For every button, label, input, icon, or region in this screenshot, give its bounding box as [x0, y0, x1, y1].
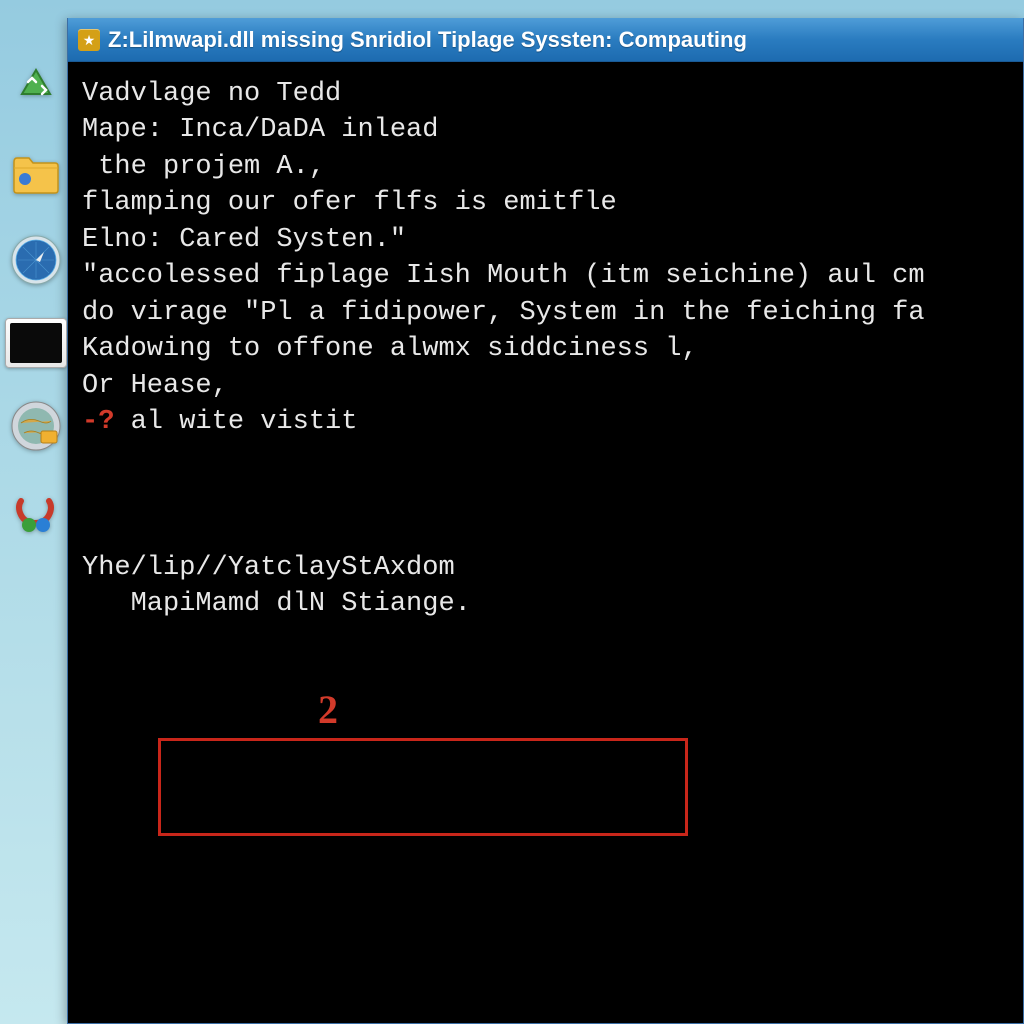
terminal-prompt-line: -? al wite vistit	[82, 404, 1023, 440]
safari-icon[interactable]	[8, 232, 64, 288]
app-star-icon	[78, 29, 100, 51]
terminal-line: flamping our ofer flfs is emitfle	[82, 185, 1023, 221]
highlight-line: MapiMamd dlN Stiange.	[82, 586, 1023, 622]
terminal-body[interactable]: Vadvlage no TeddMape: Inca/DaDA inlead t…	[68, 62, 1023, 1023]
desktop-icons-column	[0, 60, 72, 540]
tool-icon[interactable]	[8, 484, 64, 540]
recycle-icon[interactable]	[8, 60, 64, 116]
terminal-window: Z:Lilmwapi.dll missing Snridiol Tiplage …	[67, 18, 1024, 1024]
terminal-line: Kadowing to offone alwmx siddciness l,	[82, 331, 1023, 367]
terminal-line: "accolessed fiplage Iish Mouth (itm seic…	[82, 258, 1023, 294]
terminal-line: do virage "Pl a fidipower, System in the…	[82, 295, 1023, 331]
terminal-line: Vadvlage no Tedd	[82, 76, 1023, 112]
terminal-line: Elno: Cared Systen."	[82, 222, 1023, 258]
folder-icon[interactable]	[8, 146, 64, 202]
prompt-marker: -?	[82, 407, 114, 437]
highlight-line: Yhe/lip//YatclayStAxdom	[82, 550, 1023, 586]
monitor-icon[interactable]	[5, 318, 67, 368]
settings-globe-icon[interactable]	[8, 398, 64, 454]
terminal-line: Or Hease,	[82, 368, 1023, 404]
window-titlebar[interactable]: Z:Lilmwapi.dll missing Snridiol Tiplage …	[68, 18, 1023, 62]
window-title: Z:Lilmwapi.dll missing Snridiol Tiplage …	[108, 27, 747, 53]
annotation-number: 2	[318, 686, 338, 733]
prompt-text: al wite vistit	[114, 407, 357, 437]
terminal-line: Mape: Inca/DaDA inlead	[82, 112, 1023, 148]
terminal-line: the projem A.,	[82, 149, 1023, 185]
